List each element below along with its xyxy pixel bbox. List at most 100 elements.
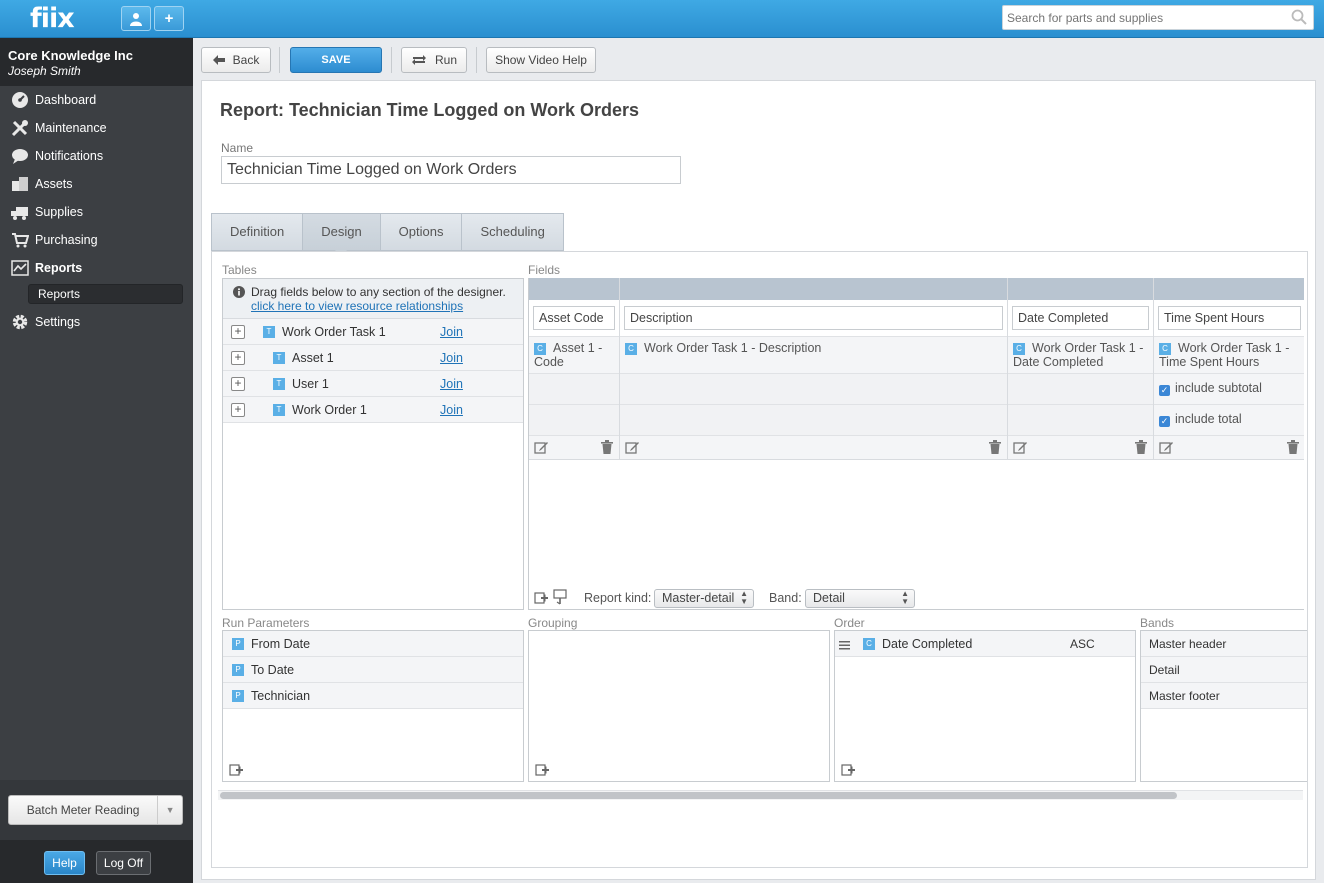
field-cell[interactable]: C Work Order Task 1 - Time Spent Hours <box>1154 336 1304 373</box>
tab-design[interactable]: Design <box>302 213 380 257</box>
search-icon[interactable] <box>1291 9 1307 28</box>
subtotal-cell[interactable]: ✓ include subtotal <box>1154 373 1304 404</box>
dropdown-arrow-icon[interactable]: ▼ <box>158 805 182 815</box>
field-column[interactable]: Time Spent Hours C Work Order Task 1 - Ti… <box>1154 278 1304 460</box>
log-off-button[interactable]: Log Off <box>96 851 151 875</box>
band-select[interactable]: Detail ▲ ▼ <box>805 589 915 608</box>
field-header-input[interactable]: Date Completed <box>1012 306 1149 330</box>
run-button[interactable]: Run <box>401 47 467 73</box>
total-cell[interactable]: ✓ include total <box>1154 404 1304 435</box>
nav-item-supplies[interactable]: Supplies <box>0 198 193 226</box>
field-value: Work Order Task 1 - Description <box>644 341 822 355</box>
add-button[interactable]: + <box>154 6 184 31</box>
expand-icon[interactable]: + <box>231 403 245 417</box>
join-link[interactable]: Join <box>440 351 463 365</box>
add-param-icon[interactable] <box>229 762 243 779</box>
expand-icon[interactable]: + <box>231 377 245 391</box>
nav-item-reports[interactable]: Reports <box>0 254 193 282</box>
order-row[interactable]: C Date Completed ASC <box>835 631 1135 657</box>
user-button[interactable] <box>121 6 151 31</box>
checkbox-checked-icon[interactable]: ✓ <box>1159 385 1170 396</box>
checkbox-checked-icon[interactable]: ✓ <box>1159 416 1170 427</box>
help-button[interactable]: Help <box>44 851 85 875</box>
search-box[interactable] <box>1002 5 1314 30</box>
field-cell[interactable]: C Asset 1 - Code <box>529 336 619 373</box>
report-name-input[interactable] <box>221 156 681 184</box>
nav-label: Supplies <box>35 205 83 219</box>
table-name: Asset 1 <box>292 350 334 365</box>
run-param-row[interactable]: P From Date <box>223 631 523 657</box>
field-column[interactable]: Date Completed C Work Order Task 1 - Date… <box>1008 278 1154 460</box>
add-field-icon[interactable] <box>534 590 548 607</box>
save-button[interactable]: SAVE <box>290 47 382 73</box>
field-cell[interactable]: C Work Order Task 1 - Date Completed <box>1008 336 1153 373</box>
report-kind-value: Master-detail <box>662 591 735 605</box>
report-kind-bar: Report kind: Master-detail ▲ ▼ Band: Deta… <box>528 587 1304 610</box>
nav-label: Dashboard <box>35 93 97 107</box>
join-link[interactable]: Join <box>440 403 463 417</box>
nav-label: Notifications <box>35 149 104 163</box>
add-grouping-icon[interactable] <box>535 762 549 779</box>
tab-options[interactable]: Options <box>379 213 462 251</box>
band-row[interactable]: Master footer <box>1141 683 1307 709</box>
trash-icon[interactable] <box>1287 440 1299 457</box>
nav-item-settings[interactable]: Settings <box>0 308 193 336</box>
table-row[interactable]: + T User 1 Join <box>223 371 523 397</box>
field-column-header-bar <box>529 278 619 300</box>
drag-handle-icon[interactable] <box>839 639 850 653</box>
field-header-input[interactable]: Description <box>624 306 1003 330</box>
order-direction[interactable]: ASC <box>1070 637 1095 651</box>
band-row[interactable]: Master header <box>1141 631 1307 657</box>
tab-definition[interactable]: Definition <box>211 213 303 251</box>
join-link[interactable]: Join <box>440 377 463 391</box>
order-field-name: Date Completed <box>882 636 973 651</box>
nav-item-dashboard[interactable]: Dashboard <box>0 86 193 114</box>
edit-icon[interactable] <box>1159 440 1174 458</box>
report-kind-select[interactable]: Master-detail ▲ ▼ <box>654 589 754 608</box>
scrollbar-thumb[interactable] <box>220 792 1177 799</box>
field-header-input[interactable]: Asset Code <box>533 306 615 330</box>
trash-icon[interactable] <box>601 440 613 457</box>
filter-icon[interactable] <box>552 589 568 608</box>
search-input[interactable] <box>1003 6 1283 29</box>
field-header-input[interactable]: Time Spent Hours <box>1158 306 1301 330</box>
fiix-logo[interactable]: fiix <box>30 3 75 34</box>
run-param-row[interactable]: P To Date <box>223 657 523 683</box>
table-row[interactable]: + T Asset 1 Join <box>223 345 523 371</box>
field-column[interactable]: Asset Code C Asset 1 - Code <box>529 278 620 460</box>
nav-item-notifications[interactable]: Notifications <box>0 142 193 170</box>
table-name: Work Order Task 1 <box>282 324 386 339</box>
horizontal-scrollbar[interactable] <box>218 790 1303 800</box>
boxes-icon <box>10 175 30 193</box>
edit-icon[interactable] <box>625 440 640 458</box>
tab-scheduling[interactable]: Scheduling <box>461 213 564 251</box>
back-button[interactable]: Back <box>201 47 271 73</box>
batch-meter-reading-button[interactable]: Batch Meter Reading ▼ <box>8 795 183 825</box>
expand-icon[interactable]: + <box>231 351 245 365</box>
run-param-row[interactable]: P Technician <box>223 683 523 709</box>
tools-icon <box>10 119 30 137</box>
info-bar: Drag fields below to any section of the … <box>223 279 523 319</box>
nav-item-purchasing[interactable]: Purchasing <box>0 226 193 254</box>
table-badge: T <box>273 351 285 364</box>
field-column[interactable]: Description C Work Order Task 1 - Descrip… <box>620 278 1008 460</box>
edit-icon[interactable] <box>1013 440 1028 458</box>
table-row[interactable]: + T Work Order 1 Join <box>223 397 523 423</box>
trash-icon[interactable] <box>989 440 1001 457</box>
show-video-help-button[interactable]: Show Video Help <box>486 47 596 73</box>
nav-item-assets[interactable]: Assets <box>0 170 193 198</box>
nav-subitem-reports[interactable]: Reports <box>28 284 183 304</box>
info-text: Drag fields below to any section of the … <box>251 285 506 299</box>
edit-icon[interactable] <box>534 440 549 458</box>
resource-relationships-link[interactable]: click here to view resource relationship… <box>251 299 463 313</box>
band-row[interactable]: Detail <box>1141 657 1307 683</box>
join-link[interactable]: Join <box>440 325 463 339</box>
chart-icon <box>10 259 30 277</box>
nav-item-maintenance[interactable]: Maintenance <box>0 114 193 142</box>
add-order-icon[interactable] <box>841 762 855 779</box>
trash-icon[interactable] <box>1135 440 1147 457</box>
expand-icon[interactable]: + <box>231 325 245 339</box>
field-cell[interactable]: C Work Order Task 1 - Description <box>620 336 1007 373</box>
param-badge: P <box>232 689 244 702</box>
table-row[interactable]: + T Work Order Task 1 Join <box>223 319 523 345</box>
